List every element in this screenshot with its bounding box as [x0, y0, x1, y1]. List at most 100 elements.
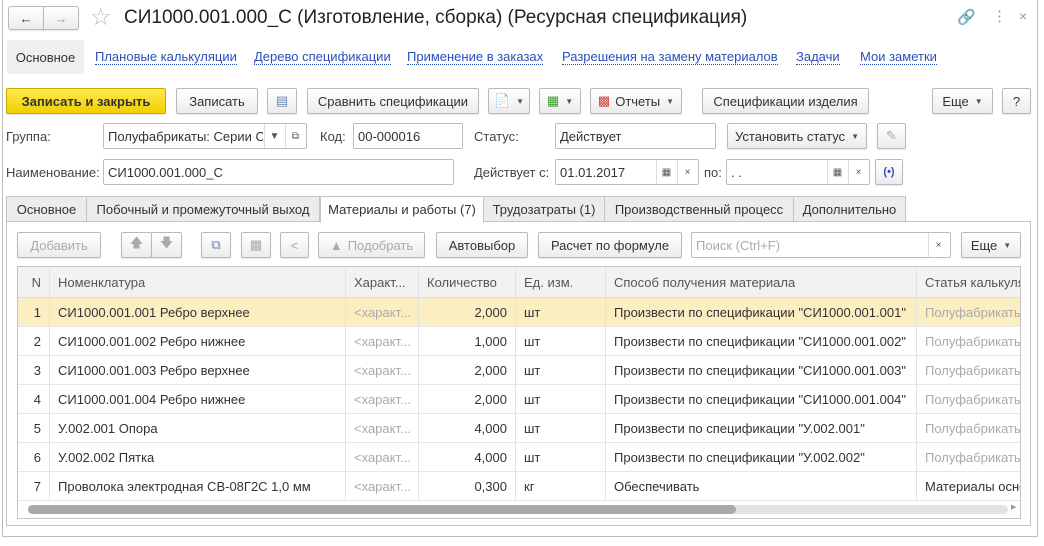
col-nomenclature-header[interactable]: Номенклатура [50, 267, 346, 297]
clear-search-icon[interactable]: × [928, 233, 948, 257]
help-button[interactable]: ? [1002, 88, 1031, 114]
nav-main[interactable]: Основное [7, 40, 84, 74]
col-cost-item-header[interactable]: Статья калькуляции [917, 267, 1020, 297]
col-nomenclature-cell: СИ1000.001.002 Ребро нижнее [50, 327, 346, 355]
back-button[interactable]: ← [8, 6, 44, 30]
save-close-button[interactable]: Записать и закрыть [6, 88, 166, 114]
col-n-header[interactable]: N [18, 267, 50, 297]
nav-my-notes[interactable]: Мои заметки [860, 50, 937, 65]
set-status-button[interactable]: Установить статус ▼ [727, 123, 867, 149]
scrollbar-thumb[interactable] [28, 505, 736, 514]
col-characteristic-cell: <характ... [346, 472, 419, 500]
scroll-right-icon[interactable]: ▶ [1011, 503, 1016, 511]
col-nomenclature-cell: СИ1000.001.003 Ребро верхнее [50, 356, 346, 384]
clear-icon[interactable]: × [677, 160, 697, 184]
related-documents-button[interactable]: ▦ ▼ [539, 88, 581, 114]
more-button[interactable]: Еще ▼ [932, 88, 993, 114]
table-row[interactable]: 4 СИ1000.001.004 Ребро нижнее <характ... 2,… [18, 385, 1020, 414]
col-unit-cell: кг [516, 472, 606, 500]
col-method-cell: Произвести по спецификации "СИ1000.001.0… [606, 356, 917, 384]
move-up-icon[interactable]: 🡅 [121, 232, 152, 258]
autoselect-button[interactable]: Автовыбор [436, 232, 528, 258]
copy-icon[interactable]: ⧉ [201, 232, 231, 258]
page-title: СИ1000.001.000_С (Изготовление, сборка) … [124, 7, 748, 28]
forward-button[interactable]: → [43, 6, 79, 30]
search-field[interactable]: Поиск (Ctrl+F) × [691, 232, 951, 258]
col-method-cell: Произвести по спецификации "У.002.001" [606, 414, 917, 442]
col-characteristic-cell: <характ... [346, 298, 419, 326]
favorite-star-icon[interactable]: ☆ [90, 3, 112, 32]
clear-icon[interactable]: × [848, 160, 868, 184]
table-row[interactable]: 7 Проволока электродная СВ-08Г2С 1,0 мм <х… [18, 472, 1020, 501]
radio-signal-icon[interactable]: (•) [875, 159, 903, 185]
horizontal-scrollbar[interactable] [28, 505, 1008, 514]
calendar-icon[interactable]: ▦ [656, 160, 676, 184]
col-nomenclature-cell: У.002.002 Пятка [50, 443, 346, 471]
tab-materials[interactable]: Материалы и работы (7) [320, 196, 484, 223]
compare-specs-button[interactable]: Сравнить спецификации [307, 88, 479, 114]
tab-production-process[interactable]: Производственный процесс [604, 196, 794, 222]
col-method-cell: Обеспечивать [606, 472, 917, 500]
code-label: Код: [320, 129, 346, 144]
table-row[interactable]: 2 СИ1000.001.002 Ребро нижнее <характ... 1,… [18, 327, 1020, 356]
col-characteristic-cell: <характ... [346, 327, 419, 355]
col-quantity-cell: 2,000 [419, 385, 516, 413]
add-button[interactable]: Добавить [17, 232, 101, 258]
paste-icon[interactable]: ▩ [241, 232, 271, 258]
formula-calc-button[interactable]: Расчет по формуле [538, 232, 682, 258]
valid-to-field[interactable]: . . ▦ × [726, 159, 870, 185]
move-down-icon[interactable]: 🡇 [151, 232, 182, 258]
save-button[interactable]: Записать [176, 88, 258, 114]
table-row[interactable]: 1 СИ1000.001.001 Ребро верхнее <характ... 2… [18, 298, 1020, 327]
tab-byproducts[interactable]: Побочный и промежуточный выход [86, 196, 320, 222]
materials-table: N Номенклатура Характ... Количество Ед. изм.… [17, 266, 1021, 519]
pick-icon: ▲ [329, 237, 343, 253]
col-cost-item-cell: Полуфабрикаты [917, 356, 1020, 384]
table-row[interactable]: 3 СИ1000.001.003 Ребро верхнее <характ... 2… [18, 356, 1020, 385]
nav-planned-costing[interactable]: Плановые калькуляции [95, 50, 237, 65]
nav-usage-in-orders[interactable]: Применение в заказах [407, 50, 544, 65]
pick-button[interactable]: ▲ Подобрать [318, 232, 425, 258]
link-icon[interactable]: 🔗 [957, 8, 976, 26]
status-field: Действует [555, 123, 716, 149]
col-n-cell: 7 [18, 472, 50, 500]
close-icon[interactable]: × [1019, 8, 1027, 24]
edit-document-icon[interactable]: ✎ [877, 123, 906, 149]
col-unit-header[interactable]: Ед. изм. [516, 267, 606, 297]
group-label: Группа: [6, 129, 51, 144]
share-icon[interactable]: < [280, 232, 309, 258]
col-n-cell: 4 [18, 385, 50, 413]
nav-material-replacement[interactable]: Разрешения на замену материалов [562, 50, 778, 65]
tab-main[interactable]: Основное [6, 196, 87, 222]
table-row[interactable]: 5 У.002.001 Опора <характ... 4,000 шт Произве… [18, 414, 1020, 443]
calendar-icon[interactable]: ▦ [827, 160, 847, 184]
table-more-button[interactable]: Еще ▼ [961, 232, 1021, 258]
col-unit-cell: шт [516, 298, 606, 326]
col-unit-cell: шт [516, 356, 606, 384]
col-quantity-header[interactable]: Количество [419, 267, 516, 297]
nav-tasks[interactable]: Задачи [796, 50, 840, 65]
col-nomenclature-cell: СИ1000.001.004 Ребро нижнее [50, 385, 346, 413]
group-field[interactable]: Полуфабрикаты: Серии СИ ▼ ⧉ [103, 123, 307, 149]
col-characteristic-header[interactable]: Характ... [346, 267, 419, 297]
table-row[interactable]: 6 У.002.002 Пятка <характ... 4,000 шт Произве… [18, 443, 1020, 472]
name-field[interactable]: СИ1000.001.000_С [103, 159, 454, 185]
status-label: Статус: [474, 129, 519, 144]
col-unit-cell: шт [516, 385, 606, 413]
open-icon[interactable]: ⧉ [285, 124, 305, 148]
col-method-header[interactable]: Способ получения материала [606, 267, 917, 297]
valid-from-field[interactable]: 01.01.2017 ▦ × [555, 159, 699, 185]
more-menu-icon[interactable]: ⋮ [992, 7, 1007, 25]
product-specs-button[interactable]: Спецификации изделия [702, 88, 869, 114]
reports-button[interactable]: ▩ Отчеты ▼ [590, 88, 682, 114]
create-based-on-button[interactable]: 📄 ▼ [488, 88, 530, 114]
dropdown-icon[interactable]: ▼ [264, 124, 284, 148]
tab-labor[interactable]: Трудозатраты (1) [483, 196, 605, 222]
col-n-cell: 2 [18, 327, 50, 355]
col-cost-item-cell: Полуфабрикаты [917, 385, 1020, 413]
document-list-icon[interactable]: ▤ [267, 88, 297, 114]
code-field[interactable]: 00-000016 [353, 123, 463, 149]
nav-spec-tree[interactable]: Дерево спецификации [254, 50, 391, 65]
tab-additional[interactable]: Дополнительно [793, 196, 906, 222]
col-unit-cell: шт [516, 443, 606, 471]
